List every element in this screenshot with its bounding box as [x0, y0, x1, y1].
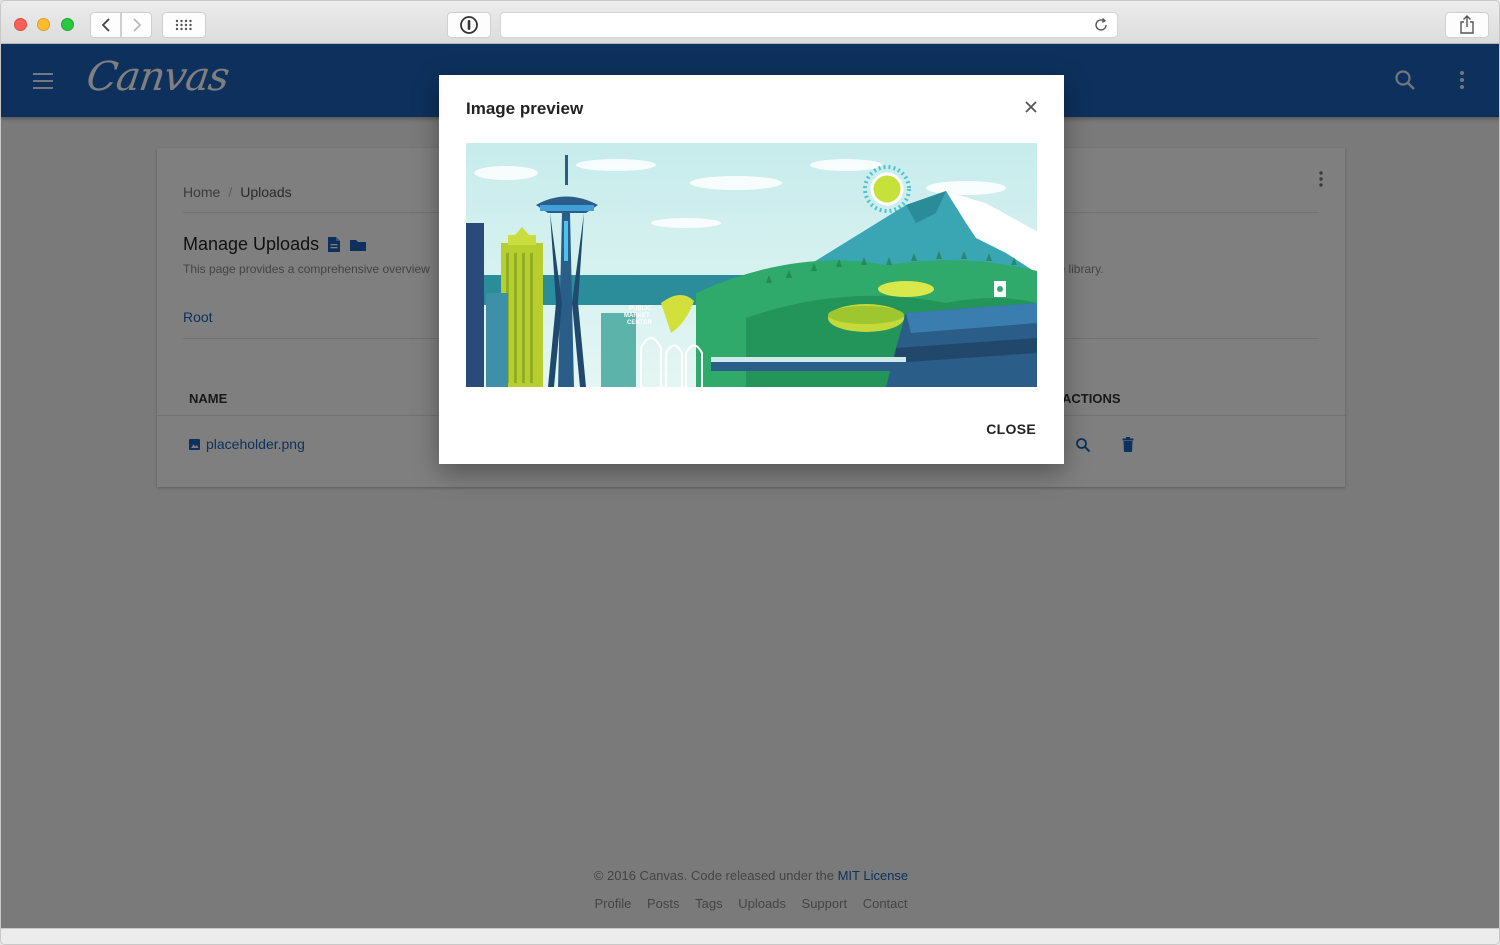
dialog-title: Image preview: [466, 99, 584, 118]
share-icon: [1460, 15, 1474, 34]
zoom-window-button[interactable]: [61, 18, 74, 31]
image-text-public: PUBLIC: [629, 306, 652, 312]
close-window-button[interactable]: [14, 18, 27, 31]
password-manager-button[interactable]: [447, 12, 491, 38]
image-preview-dialog: Image preview PUBLIC MARKET CENTER CLOSE: [439, 75, 1064, 464]
grid-icon: [175, 19, 192, 31]
top-sites-button[interactable]: [162, 12, 206, 38]
close-button[interactable]: CLOSE: [986, 421, 1036, 437]
password-manager-icon: [460, 16, 478, 34]
image-text-market: MARKET: [624, 313, 650, 319]
minimize-window-button[interactable]: [37, 18, 50, 31]
reload-icon[interactable]: [1093, 17, 1109, 33]
browser-toolbar: [1, 1, 1499, 44]
browser-window: Canvas Home/Uploads Manage Uploads This …: [0, 0, 1500, 945]
share-button[interactable]: [1445, 12, 1489, 38]
close-icon[interactable]: [1024, 100, 1038, 114]
forward-button[interactable]: [121, 12, 152, 38]
back-button[interactable]: [90, 12, 121, 38]
chevron-left-icon: [101, 18, 110, 32]
chevron-right-icon: [132, 18, 141, 32]
preview-image: PUBLIC MARKET CENTER: [466, 143, 1037, 387]
window-bottom-bar: [1, 928, 1499, 944]
image-text-center: CENTER: [627, 320, 652, 326]
address-bar[interactable]: [500, 12, 1118, 38]
seattle-illustration: PUBLIC MARKET CENTER: [466, 143, 1037, 387]
